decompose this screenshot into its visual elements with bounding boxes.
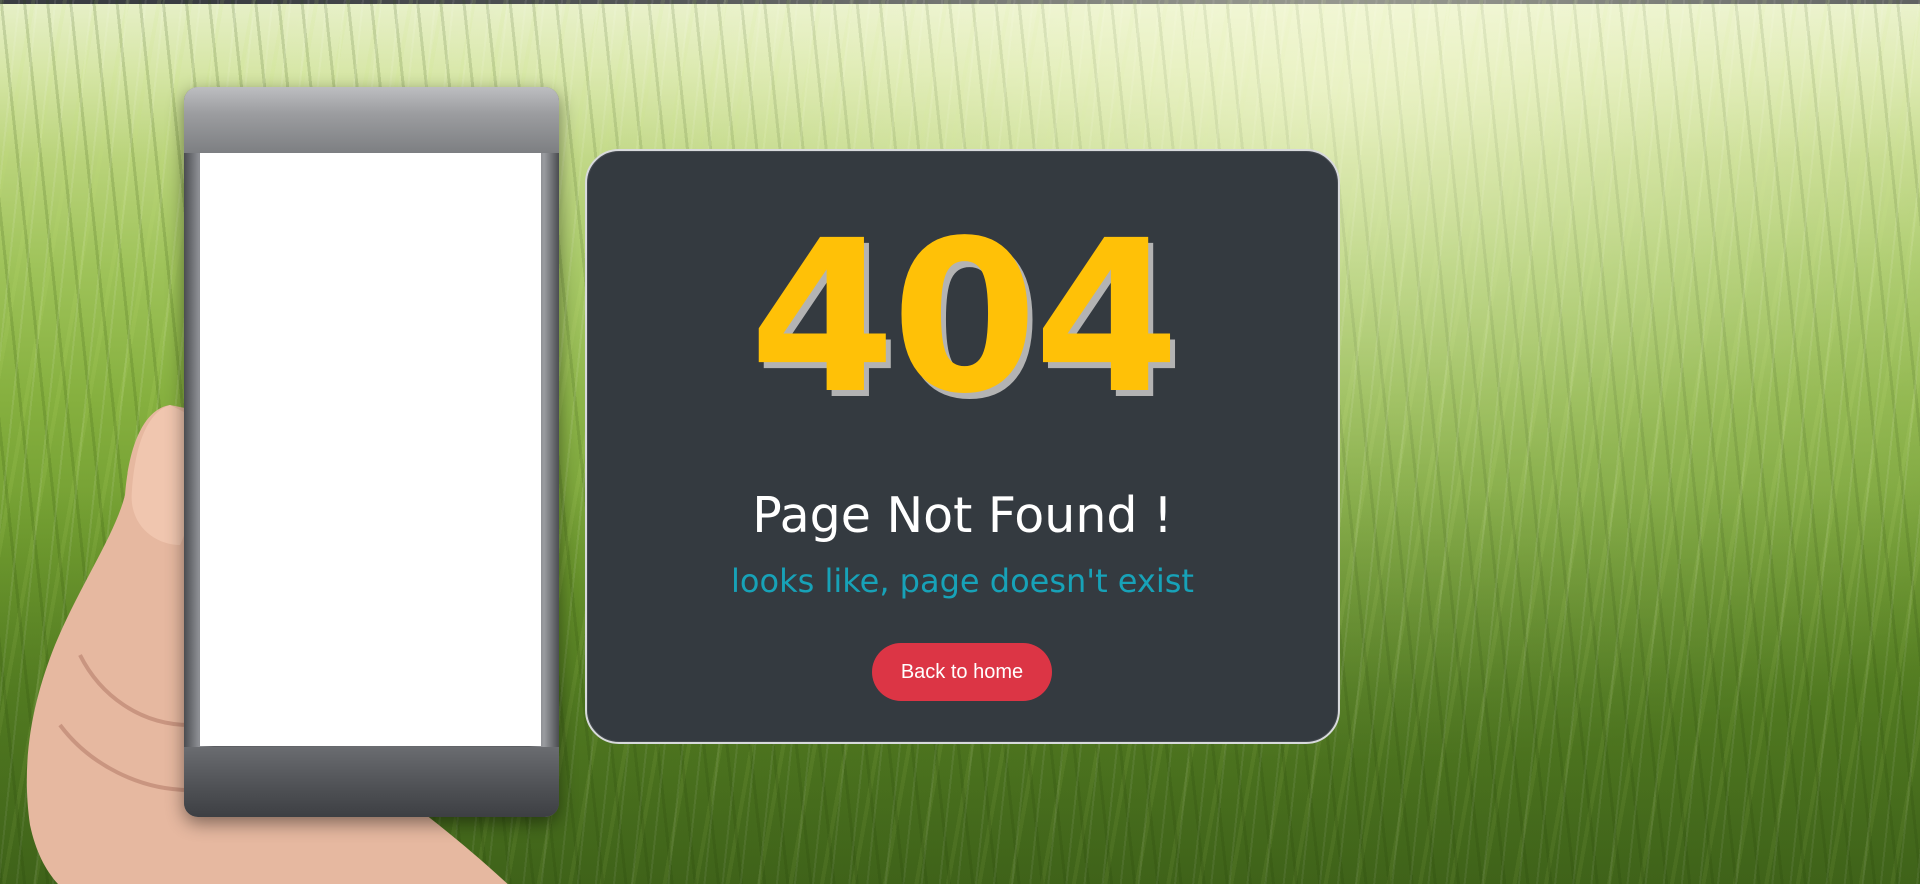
back-to-home-button[interactable]: Back to home — [872, 643, 1052, 701]
error-subtitle: looks like, page doesn't exist — [731, 562, 1194, 600]
error-title: Page Not Found ! — [752, 487, 1173, 544]
phone-bottom-bezel — [184, 747, 559, 817]
phone-screen — [200, 153, 541, 746]
page: 404 Page Not Found ! looks like, page do… — [0, 0, 1920, 884]
phone-illustration — [184, 87, 559, 817]
phone-top-bezel — [184, 87, 559, 153]
error-code: 404 — [749, 195, 1179, 440]
error-card: 404 Page Not Found ! looks like, page do… — [585, 149, 1340, 744]
